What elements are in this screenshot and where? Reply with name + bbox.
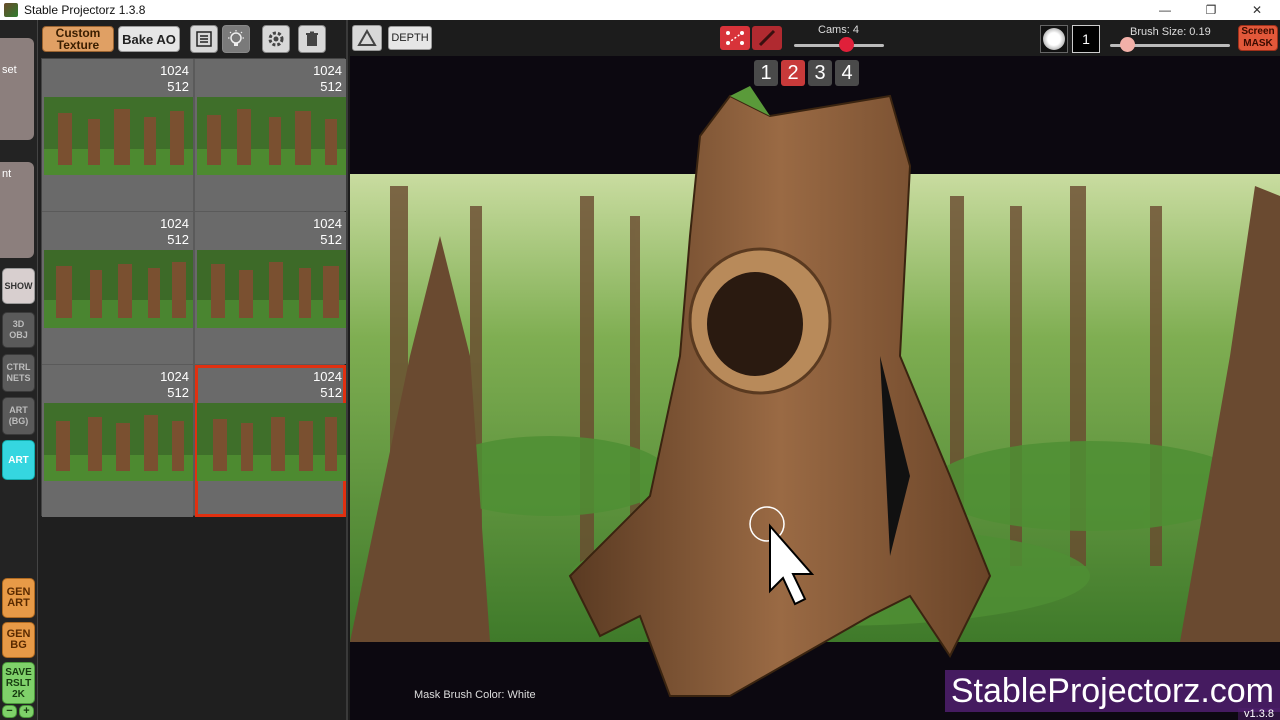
brush-size-slider-knob[interactable]: [1120, 37, 1135, 52]
gen-art-button[interactable]: GEN ART: [2, 578, 35, 618]
title-bar: Stable Projectorz 1.3.8 — ❐ ✕: [0, 0, 1280, 20]
show-button[interactable]: SHOW: [2, 268, 35, 304]
list-button[interactable]: [190, 25, 218, 53]
triangle-icon: [357, 29, 377, 46]
viewport-toolbar: DEPTH Cams: 4 1 Brush Size: 0.19 Screen …: [350, 20, 1280, 56]
mask-brush-color-label: Mask Brush Color: White: [414, 689, 536, 701]
side-card-input-label: nt: [2, 168, 12, 180]
brush-size-label: Brush Size: 0.19: [1130, 26, 1211, 38]
texture-resolution: 1024 512: [160, 216, 189, 247]
camera-points-icon: [726, 31, 744, 45]
watermark-version: v1.3.8: [1238, 708, 1280, 720]
close-button[interactable]: ✕: [1234, 0, 1280, 20]
side-card-preset-label: set: [2, 64, 17, 76]
save-result-button[interactable]: SAVE RSLT 2K: [2, 662, 35, 704]
texture-toolbar: Custom Texture Bake AO: [42, 24, 326, 54]
custom-texture-button[interactable]: Custom Texture: [42, 26, 114, 52]
texture-cell[interactable]: 1024 512: [42, 365, 193, 517]
texture-thumbnail: [44, 403, 193, 481]
watermark-site: StableProjectorz.com: [944, 670, 1280, 712]
delete-button[interactable]: [298, 25, 326, 53]
window-controls: — ❐ ✕: [1142, 0, 1280, 20]
brush-count-field[interactable]: 1: [1072, 25, 1100, 53]
cams-label: Cams: 4: [818, 24, 859, 36]
camera-points-button[interactable]: [720, 26, 750, 50]
3d-obj-button[interactable]: 3D OBJ: [2, 312, 35, 348]
app-root: set nt SHOW 3D OBJ CTRL NETS ART (BG) AR…: [0, 20, 1280, 720]
texture-thumbnail: [44, 250, 193, 328]
minus-button[interactable]: −: [2, 705, 17, 718]
plus-button[interactable]: +: [19, 705, 34, 718]
brush-icon: [758, 29, 776, 47]
brush-hardness-button[interactable]: [1040, 25, 1068, 53]
texture-thumbnail: [197, 97, 346, 175]
texture-resolution: 1024 512: [313, 216, 342, 247]
light-button[interactable]: [222, 25, 250, 53]
texture-thumbnail: [197, 403, 346, 481]
texture-resolution: 1024 512: [313, 63, 342, 94]
camera-1-button[interactable]: 1: [754, 60, 778, 86]
list-icon: [196, 31, 212, 47]
minimize-button[interactable]: —: [1142, 0, 1188, 20]
depth-button[interactable]: DEPTH: [388, 26, 432, 50]
resolution-stepper: − +: [2, 705, 35, 718]
texture-cell-selected[interactable]: 1024 512: [195, 365, 346, 517]
screen-mask-button[interactable]: Screen MASK: [1238, 25, 1278, 51]
texture-resolution: 1024 512: [160, 63, 189, 94]
left-mode-strip: set nt SHOW 3D OBJ CTRL NETS ART (BG) AR…: [0, 20, 38, 720]
bake-ao-button[interactable]: Bake AO: [118, 26, 180, 52]
camera-selector: 1 2 3 4: [754, 60, 859, 86]
settings-button[interactable]: [262, 25, 290, 53]
side-card-input[interactable]: nt: [0, 162, 34, 258]
texture-resolution: 1024 512: [160, 369, 189, 400]
camera-4-button[interactable]: 4: [835, 60, 859, 86]
trash-icon: [306, 31, 318, 46]
3d-viewport[interactable]: 1 2 3 4 StableProjectorz.com v1.3.8: [350, 56, 1280, 720]
art-bg-button[interactable]: ART (BG): [2, 397, 35, 435]
scene-render: [350, 86, 1280, 697]
texture-thumbnail: [197, 250, 346, 328]
texture-cell[interactable]: 1024 512: [42, 59, 193, 211]
texture-resolution: 1024 512: [313, 369, 342, 400]
gen-bg-button[interactable]: GEN BG: [2, 622, 35, 658]
texture-cell[interactable]: 1024 512: [42, 212, 193, 364]
wireframe-button[interactable]: [352, 25, 382, 51]
texture-panel: Custom Texture Bake AO 1024512 1024512: [38, 20, 348, 720]
texture-cell[interactable]: 1024 512: [195, 212, 346, 364]
soft-brush-icon: [1043, 28, 1065, 50]
window-title: Stable Projectorz 1.3.8: [24, 3, 146, 17]
texture-thumbnail: [44, 97, 193, 175]
restore-button[interactable]: ❐: [1188, 0, 1234, 20]
gear-icon: [268, 31, 284, 47]
brush-tool-button[interactable]: [752, 26, 782, 50]
side-card-preset[interactable]: set: [0, 38, 34, 140]
texture-cell[interactable]: 1024 512: [195, 59, 346, 211]
camera-2-button[interactable]: 2: [781, 60, 805, 86]
cams-slider-knob[interactable]: [839, 37, 854, 52]
ctrl-nets-button[interactable]: CTRL NETS: [2, 354, 35, 392]
camera-3-button[interactable]: 3: [808, 60, 832, 86]
app-icon: [4, 3, 18, 17]
art-button[interactable]: ART: [2, 440, 35, 480]
lightbulb-icon: [228, 30, 244, 46]
texture-grid: 1024 512 1024 512 1024 512 1024 512 1024 512: [41, 58, 346, 517]
